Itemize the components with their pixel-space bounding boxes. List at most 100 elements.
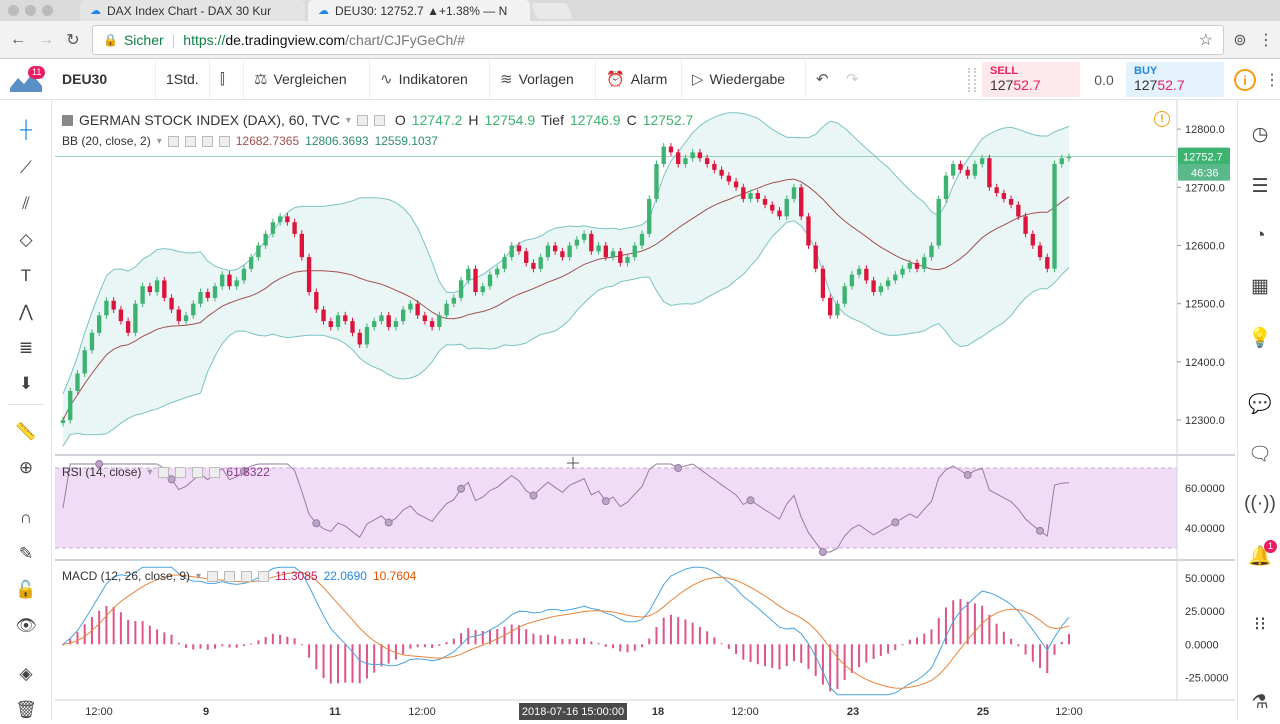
rsi-add-icon[interactable] — [192, 466, 204, 478]
rsi-close-icon[interactable] — [209, 466, 221, 478]
candle-body — [589, 233, 594, 252]
eye-icon[interactable]: 👁 — [10, 612, 42, 640]
templates-button[interactable]: ≋ Vorlagen — [490, 60, 596, 98]
back-arrow-icon[interactable]: ← — [8, 30, 28, 50]
watchlist-clock-icon[interactable]: ◷ — [1244, 118, 1276, 150]
zoom-icon[interactable]: ⊕ — [10, 454, 42, 482]
bb-add-icon[interactable] — [201, 135, 213, 147]
rsi-chevron-down-icon[interactable]: ▾ — [147, 467, 152, 478]
layers-icon[interactable]: ◈ — [10, 660, 42, 688]
browser-menu-icon[interactable]: ⋮ — [1256, 30, 1276, 50]
data-window-icon[interactable]: ◔ — [1244, 220, 1276, 252]
bb-eye-icon[interactable] — [167, 135, 179, 147]
alarm-button[interactable]: ⏰ Alarm — [596, 60, 682, 98]
chart-area[interactable]: 12800.0 12700.0 12600.0 12500.0 12400.0 12300… — [55, 100, 1235, 720]
trend-line-icon[interactable]: ⟋ — [10, 154, 42, 182]
reload-icon[interactable]: ↻ — [63, 30, 83, 50]
legend-eye-icon[interactable] — [356, 114, 368, 126]
macd-histogram-bar — [930, 629, 933, 645]
compare-icon: ⚖ — [254, 71, 268, 88]
candle-body — [350, 321, 355, 333]
macd-eye-icon[interactable] — [207, 570, 219, 582]
sell-price-suffix: 52.7 — [1013, 77, 1041, 93]
tradingview-favicon-icon: ☁ — [90, 5, 101, 17]
patterns-icon[interactable]: ⋀ — [10, 298, 42, 326]
fib-icon[interactable]: ≣ — [10, 334, 42, 362]
rsi-eye-icon[interactable] — [158, 466, 170, 478]
lock-drawings-icon[interactable]: 🔓 — [10, 576, 42, 604]
new-tab-button[interactable] — [531, 3, 573, 19]
indicators-button[interactable]: ∿ Indikatoren — [370, 60, 490, 98]
text-icon[interactable]: T — [10, 262, 42, 290]
legend-chevron-down-icon[interactable]: ▾ — [346, 115, 351, 126]
rsi-settings-icon[interactable] — [175, 466, 187, 478]
magnet-icon[interactable]: ∩ — [10, 504, 42, 532]
minimize-window-icon[interactable] — [25, 5, 36, 16]
tradingview-favicon-icon: ☁ — [318, 5, 329, 17]
notifications-bell-icon[interactable]: 🔔 1 — [1244, 540, 1278, 572]
sell-button[interactable]: SELL 12752.7 — [982, 62, 1080, 97]
buy-price: 12752.7 — [1134, 77, 1216, 93]
calendar-icon[interactable]: ▦ — [1244, 270, 1276, 302]
redo-button[interactable]: ↷ — [836, 60, 866, 98]
browser-tab-dax-index[interactable]: ☁ DAX Index Chart - DAX 30 Kur — [80, 0, 305, 21]
candle-body — [856, 268, 862, 275]
news-icon[interactable]: ☰ — [1244, 170, 1276, 202]
stay-drawing-icon[interactable]: ✎ — [10, 540, 42, 568]
chat-icon[interactable]: 💬 — [1244, 388, 1276, 420]
candle-body — [726, 175, 732, 182]
close-window-icon[interactable] — [8, 5, 19, 16]
macd-histogram-bar — [380, 644, 383, 667]
compare-button[interactable]: ⚖ Vergleichen — [244, 60, 370, 98]
ideas-bulb-icon[interactable]: 💡 — [1244, 322, 1276, 354]
candle-body — [791, 187, 797, 199]
candle-body — [596, 245, 601, 252]
interval-button[interactable]: 1Std. — [156, 60, 210, 98]
more-menu-icon[interactable]: ⋮ — [1264, 70, 1280, 90]
streams-icon[interactable]: ((·)) — [1244, 488, 1276, 520]
ruler-icon[interactable]: 📏 — [10, 418, 42, 446]
forward-arrow-icon[interactable]: → — [36, 30, 56, 50]
macd-chevron-down-icon[interactable]: ▾ — [196, 571, 201, 582]
undo-button[interactable]: ↶ — [806, 60, 836, 98]
candle-body — [712, 164, 717, 170]
hotlist-icon[interactable]: ⁝⁝ — [1244, 608, 1276, 640]
bb-settings-icon[interactable] — [184, 135, 196, 147]
toolbar-divider — [8, 404, 44, 405]
macd-settings-icon[interactable] — [224, 570, 236, 582]
candle-body — [335, 315, 341, 327]
shapes-icon[interactable]: ◇ — [10, 226, 42, 254]
replay-button[interactable]: ▷ Wiedergabe — [682, 60, 806, 98]
arrow-down-icon[interactable]: ⬇ — [10, 370, 42, 398]
macd-close-icon[interactable] — [258, 570, 270, 582]
macd-histogram-bar — [706, 631, 709, 645]
pitchfork-icon[interactable]: ⫽ — [10, 190, 42, 218]
macd-histogram-bar — [431, 644, 434, 648]
macd-add-icon[interactable] — [241, 570, 253, 582]
candle-body — [212, 286, 218, 298]
tradingview-logo-icon[interactable]: 11 — [8, 66, 46, 94]
private-chat-icon[interactable]: 🗨 — [1244, 438, 1276, 470]
legend-settings-icon[interactable] — [373, 114, 385, 126]
crosshair-icon[interactable]: ┼ — [10, 116, 42, 144]
drag-handle-icon[interactable] — [968, 68, 976, 92]
macd-histogram-bar — [858, 644, 861, 668]
candle-body — [451, 297, 456, 304]
url-input[interactable]: 🔒 Sicher | https:// de.tradingview.com /… — [92, 25, 1224, 55]
info-icon[interactable]: i — [1234, 69, 1256, 91]
browser-tab-deu30[interactable]: ☁ DEU30: 12752.7 ▲+1.38% — N — [308, 0, 530, 21]
rsi-label: RSI (14, close) — [62, 465, 142, 479]
bb-close-icon[interactable] — [218, 135, 230, 147]
chart-style-button[interactable]: ⫿ — [210, 60, 244, 98]
spread-value: 0.0 — [1094, 71, 1114, 88]
symbol-search-button[interactable]: DEU30 — [52, 60, 156, 98]
macd-histogram-bar — [887, 644, 890, 654]
extension-icon[interactable]: ⊚ — [1230, 30, 1250, 50]
market-icon[interactable]: ⚗ — [1244, 686, 1276, 718]
buy-button[interactable]: BUY 12752.7 — [1126, 62, 1224, 97]
bb-chevron-down-icon[interactable]: ▾ — [157, 136, 162, 147]
maximize-window-icon[interactable] — [42, 5, 53, 16]
chart-warning-icon[interactable]: ! — [1154, 111, 1170, 127]
bookmark-star-icon[interactable]: ☆ — [1199, 30, 1213, 50]
candle-body — [864, 268, 869, 281]
